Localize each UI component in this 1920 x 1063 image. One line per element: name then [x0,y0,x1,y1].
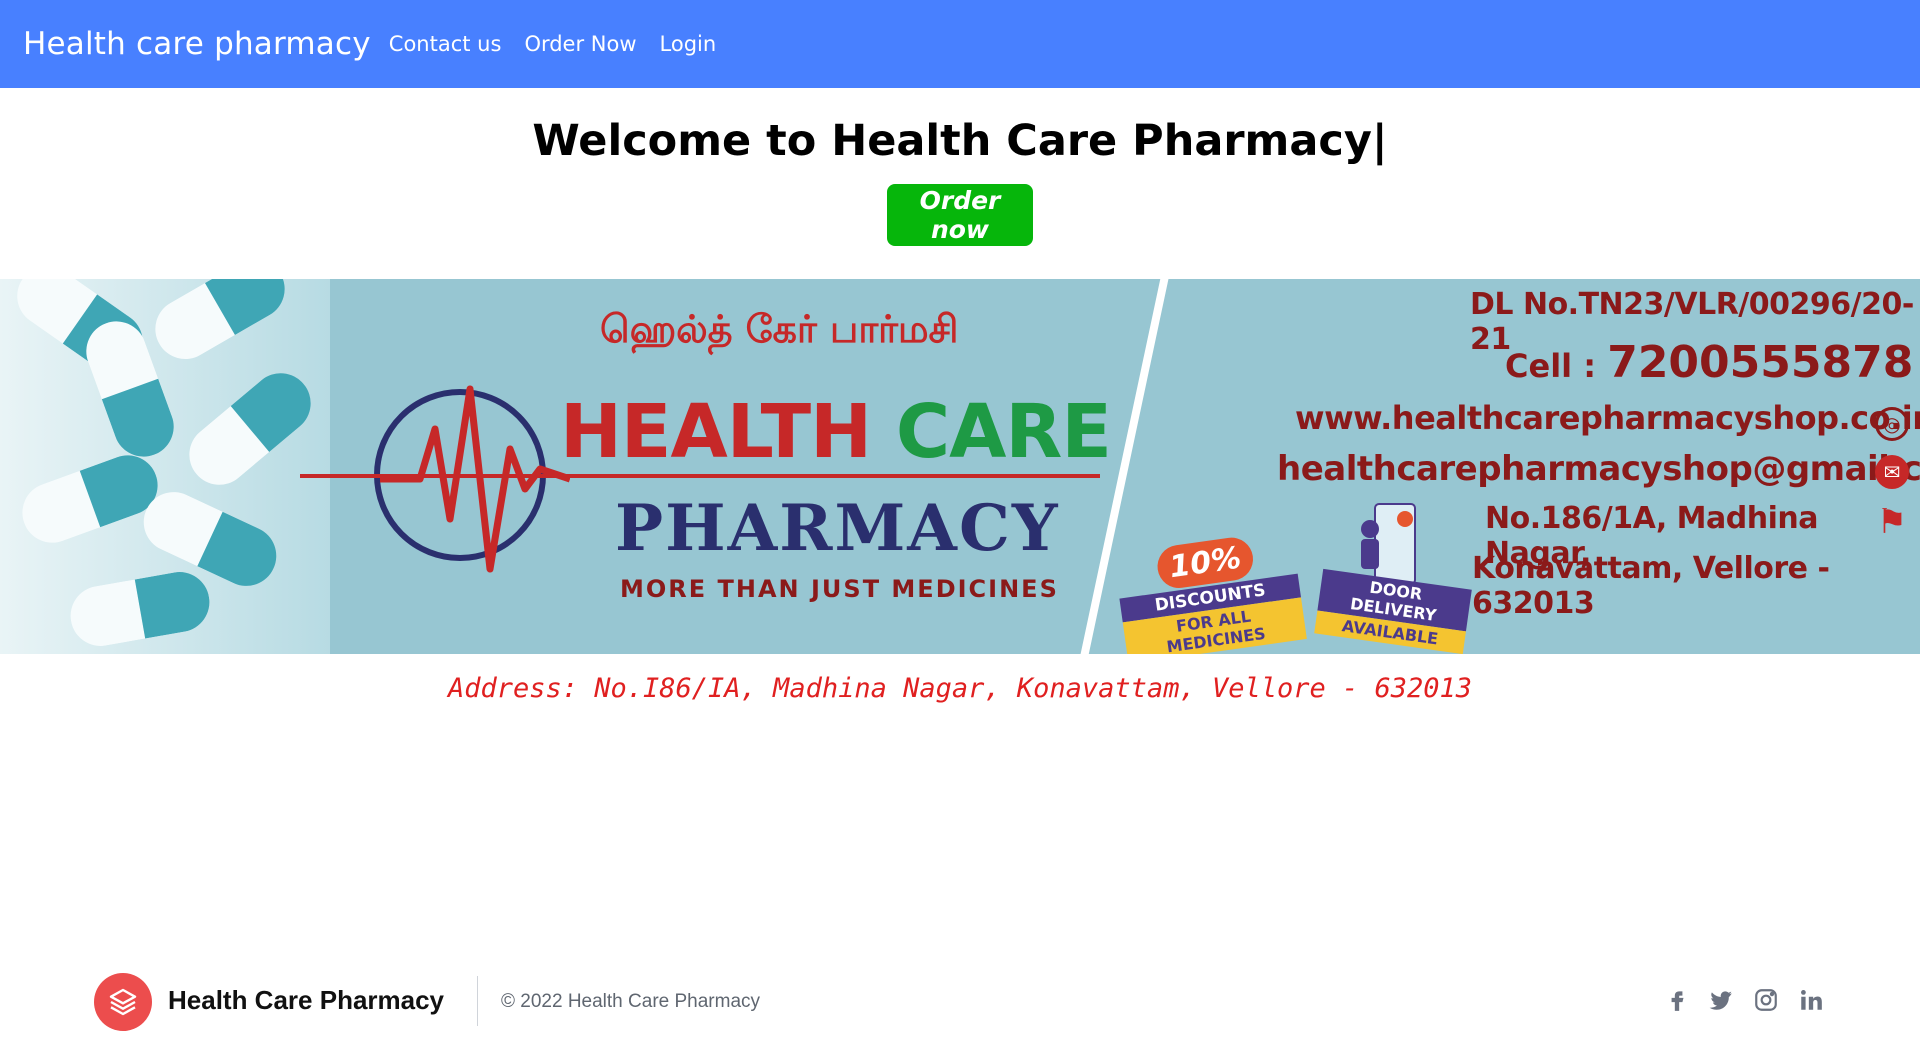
banner-tagline: MORE THAN JUST MEDICINES [620,575,1059,603]
capsules-illustration [0,279,330,654]
banner-title-health: HEALTH [560,389,872,475]
discount-badge: 10% DISCOUNTS FOR ALL MEDICINES [1113,529,1307,654]
capsule-shape [144,279,296,370]
footer-copyright: © 2022 Health Care Pharmacy [501,991,761,1012]
nav-link-order-now[interactable]: Order Now [524,32,636,56]
banner-cell: Cell : 7200555878 [1505,337,1913,388]
banner-pharmacy-title: PHARMACY [615,491,1060,566]
linkedin-icon[interactable] [1797,986,1825,1014]
banner-health-care-title: HEALTH CARE [560,389,1112,475]
banner-website: www.healthcarepharmacyshop.co.in [1295,399,1920,437]
layers-icon [109,988,137,1016]
heartbeat-icon [380,385,570,573]
footer-brand: Health Care Pharmacy [168,985,445,1015]
capsule-shape [65,567,215,651]
address-text: Address: No.I86/IA, Madhina Nagar, Konav… [447,673,1473,704]
order-now-button[interactable]: Order now [887,184,1033,246]
twitter-icon[interactable] [1707,986,1735,1014]
pharmacy-banner-image: ஹெல்த் கேர் பார்மசி HEALTH CARE PHARMACY… [0,279,1920,654]
banner-title-care: CARE [895,389,1112,475]
door-delivery-badge: DOOR DELIVERY AVAILABLE [1314,568,1472,654]
nav-link-contact-us[interactable]: Contact us [389,32,502,56]
banner-email: healthcarepharmacyshop@gmail.com [1277,449,1920,489]
footer-divider [477,976,478,1026]
banner-address-line2: Konavattam, Vellore - 632013 [1472,551,1830,621]
instagram-icon[interactable] [1752,986,1780,1014]
banner-tamil-name: ஹெல்த் கேர் பார்மசி [600,307,959,351]
mail-icon: ✉ [1875,455,1909,489]
footer-logo-icon[interactable] [94,973,152,1031]
globe-icon: ◎ [1875,407,1909,441]
location-pin-icon: ⚑ [1876,502,1908,542]
banner-cell-label: Cell : [1505,347,1608,385]
welcome-heading: Welcome to Health Care Pharmacy| [532,116,1388,166]
top-navbar: Health care pharmacy Contact us Order No… [0,0,1920,88]
nav-link-login[interactable]: Login [660,32,717,56]
navbar-brand[interactable]: Health care pharmacy [23,26,371,62]
banner-cell-number: 7200555878 [1607,337,1914,388]
facebook-icon[interactable] [1663,986,1691,1014]
